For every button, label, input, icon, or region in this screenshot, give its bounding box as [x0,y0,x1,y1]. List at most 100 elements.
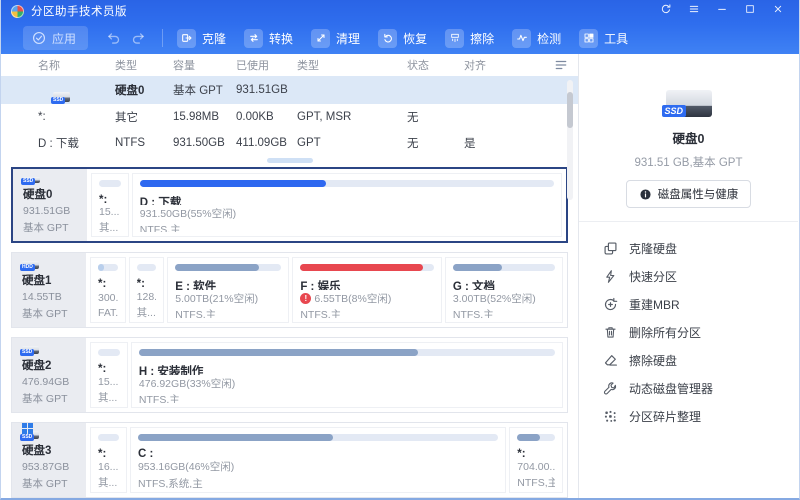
usage-bar [98,434,119,441]
table-cell: 是 [464,135,524,151]
partition-filesystem: NTFS,主 [300,307,434,318]
table-cell: 0.00KB [236,111,297,123]
partition-label: *: [99,194,121,204]
sidebar-item-clone[interactable]: 克隆硬盘 [603,234,798,262]
table-row[interactable]: D : 下载NTFS931.50GB411.09GBGPT无是 [1,130,578,156]
titlebar: 分区助手技术员版 [1,0,799,22]
disk-info-block[interactable]: SSD硬盘2476.94GB基本 GPT [12,338,86,412]
partition-block[interactable]: H : 安装制作476.92GB(33%空闲)NTFS,主 [131,342,563,408]
ssd-icon: SSD [22,431,39,439]
undo-icon[interactable] [106,31,121,46]
partition-block[interactable]: *:15...其... [90,342,128,408]
table-scrollbar[interactable] [567,80,573,200]
partition-label: *: [137,278,157,288]
sidebar-item-wrench[interactable]: 动态磁盘管理器 [603,374,798,402]
usage-bar [139,349,555,356]
disk-size: 476.94GB [22,376,86,388]
table-cell: 931.50GB [173,137,236,149]
redo-icon[interactable] [131,31,146,46]
close-button[interactable] [767,2,789,20]
partitions: *:15...其...H : 安装制作476.92GB(33%空闲)NTFS,主 [86,338,567,412]
table-row[interactable]: *:其它15.98MB0.00KBGPT, MSR无 [1,104,578,130]
sidebar-disk-info: 931.51 GB,基本 GPT [579,154,798,170]
scrollbar-thumb[interactable] [567,92,573,128]
sb-trash-icon [603,325,618,340]
table-row[interactable]: SSD硬盘0基本 GPT931.51GB [1,76,578,104]
drive-badge: HDD [20,264,35,271]
partitions: *:15...其...D : 下载931.50GB(55%空闲)NTFS,主 [87,169,566,241]
table-cell: 15.98MB [173,111,236,123]
window-chrome: 分区助手技术员版 应用 克隆 转换 清理恢复擦除检测 工具 [1,0,799,54]
disk-type: 基本 GPT [22,476,86,491]
sidebar-item-eraser[interactable]: 擦除硬盘 [603,346,798,374]
partition-filesystem: 其... [98,390,120,403]
table-cell: 硬盘0 [115,82,173,98]
partition-size: 3.00TB(52%空闲) [453,293,555,304]
partition-block[interactable]: *:704.00...NTFS,主 [509,427,563,493]
partition-block[interactable]: C :953.16GB(46%空闲)NTFS,系统,主 [130,427,506,493]
toolbar: 应用 克隆 转换 清理恢复擦除检测 工具 [1,22,799,54]
toolbar-button-recover[interactable]: 恢复 [378,29,427,48]
disk-row[interactable]: SSD硬盘0931.51GB基本 GPT*:15...其...D : 下载931… [11,167,568,243]
view-options-icon[interactable] [554,58,568,72]
drive-badge: SSD [20,434,34,441]
toolbar-button-label: 工具 [604,30,628,47]
disk-info-block[interactable]: SSD硬盘3953.87GB基本 GPT [12,423,86,497]
app-title: 分区助手技术员版 [31,3,127,19]
sidebar-item-defrag[interactable]: 分区碎片整理 [603,402,798,430]
splitter-handle[interactable] [267,158,313,163]
partition-block[interactable]: D : 下载931.50GB(55%空闲)NTFS,主 [132,173,562,237]
sidebar-item-trash[interactable]: 删除所有分区 [603,318,798,346]
sidebar: SSD 硬盘0 931.51 GB,基本 GPT 磁盘属性与健康 克隆硬盘快速分… [579,54,798,498]
partition-block[interactable]: *:16...其... [90,427,127,493]
disk-row[interactable]: SSD硬盘2476.94GB基本 GPT*:15...其...H : 安装制作4… [11,337,568,413]
toolbar-button-detect[interactable]: 检测 [512,29,561,48]
sidebar-item-label: 克隆硬盘 [629,240,677,257]
sidebar-item-rebuild[interactable]: 重建MBR [603,290,798,318]
disk-row[interactable]: SSD硬盘3953.87GB基本 GPT*:16...其...C :953.16… [11,422,568,498]
partition-block[interactable]: *:15...其... [91,173,129,237]
disk-size: 953.87GB [22,461,86,473]
disk-properties-button[interactable]: 磁盘属性与健康 [626,180,752,208]
disk-info-block[interactable]: SSD硬盘0931.51GB基本 GPT [13,169,87,241]
usage-bar [453,264,555,271]
wipe-icon [445,29,464,48]
apply-button[interactable]: 应用 [23,26,88,50]
partition-size: 15... [98,376,120,386]
partition-block[interactable]: *:128...其... [129,257,165,323]
hdd-icon: HDD [22,261,39,269]
maximize-button[interactable] [739,2,761,20]
toolbar-button-clone[interactable]: 克隆 [177,29,226,48]
main-area: 名称类型容量已使用类型状态对齐 SSD硬盘0基本 GPT931.51GB*:其它… [1,54,799,498]
partition-block[interactable]: G : 文档3.00TB(52%空闲)NTFS,主 [445,257,563,323]
partition-block[interactable]: *:300...FAT... [90,257,126,323]
partition-filesystem: NTFS,主 [140,222,554,232]
disk-info-block[interactable]: HDD硬盘114.55TB基本 GPT [12,253,86,327]
table-header-cell: 类型 [297,57,407,73]
menu-button[interactable] [683,2,705,20]
toolbar-button-tools[interactable]: 工具 [579,29,628,48]
table-cell: 其它 [115,109,173,125]
sidebar-item-quick[interactable]: 快速分区 [603,262,798,290]
toolbar-button-convert[interactable]: 转换 [244,29,293,48]
refresh-button[interactable] [655,2,677,20]
partition-block[interactable]: E : 软件5.00TB(21%空闲)NTFS,主 [167,257,289,323]
partition-label: G : 文档 [453,278,555,290]
sb-quick-icon [603,269,618,284]
menu-icon [688,2,700,20]
usage-bar [98,349,120,356]
partition-block[interactable]: F : 娱乐!6.55TB(8%空闲)NTFS,主 [292,257,442,323]
app-window: 分区助手技术员版 应用 克隆转换清理恢复擦除检测工具 名称类型容量已使用类型状态… [0,0,800,500]
usage-bar [99,180,121,187]
minimize-button[interactable] [711,2,733,20]
clean-icon [311,29,330,48]
partition-filesystem: FAT... [98,307,118,318]
partition-filesystem: 其... [137,305,157,318]
window-controls [655,2,789,20]
disk-panel: 名称类型容量已使用类型状态对齐 SSD硬盘0基本 GPT931.51GB*:其它… [1,54,579,498]
toolbar-button-wipe[interactable]: 擦除 [445,29,494,48]
toolbar-button-clean[interactable]: 清理 [311,29,360,48]
sidebar-item-label: 删除所有分区 [629,324,701,341]
disk-row[interactable]: HDD硬盘114.55TB基本 GPT*:300...FAT...*:128..… [11,252,568,328]
toolbar-button-label: 转换 [269,30,293,47]
